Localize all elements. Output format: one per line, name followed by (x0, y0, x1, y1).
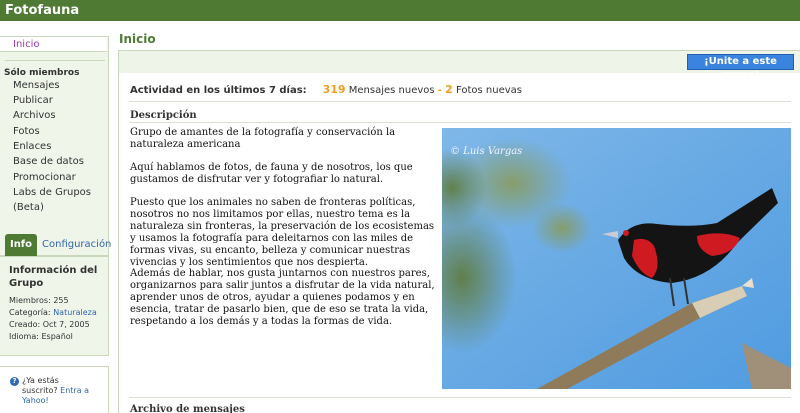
members-count: Miembros: 255 (9, 296, 69, 305)
sidebar-item-promocionar[interactable]: Promocionar (13, 172, 76, 183)
messages-count[interactable]: 319 (323, 83, 346, 96)
question-icon: ? (10, 377, 19, 386)
divider (129, 101, 791, 102)
messages-label[interactable]: Mensajes nuevos (349, 85, 435, 96)
photos-label[interactable]: Fotos nuevas (456, 85, 522, 96)
description-paragraph: Aquí hablamos de fotos, de fauna y de no… (130, 162, 413, 185)
language-info: Idioma: Español (9, 332, 73, 341)
photos-count[interactable]: 2 (445, 83, 453, 96)
app-header: Fotofauna (0, 0, 800, 21)
info-title: Información del Grupo (9, 265, 98, 289)
divider (129, 122, 791, 123)
activity-label: Actividad en los últimos 7 días: (130, 85, 307, 96)
nav-divider (5, 60, 105, 61)
created-info: Creado: Oct 7, 2005 (9, 320, 90, 329)
language-value: Español (41, 332, 73, 341)
language-label: Idioma: (9, 332, 39, 341)
members-label: Miembros: (9, 296, 51, 305)
tab-info[interactable]: Info (5, 234, 37, 256)
app-title[interactable]: Fotofauna (5, 3, 79, 18)
members-heading: Sólo miembros (4, 68, 80, 78)
description-paragraph: Puesto que los animales no saben de fron… (130, 197, 435, 268)
signin-question: ¿Ya estás suscrito? (22, 376, 59, 395)
photo-watermark: © Luis Vargas (450, 146, 522, 157)
category-label: Categoría: (9, 308, 51, 317)
sidebar-item-beta[interactable]: (Beta) (13, 202, 44, 213)
join-group-button[interactable]: ¡Unite a este grupo! (687, 54, 794, 81)
page-title: Inicio (119, 32, 156, 46)
sidebar-item-enlaces[interactable]: Enlaces (13, 141, 51, 152)
sidebar-item-base-de-datos[interactable]: Base de datos (13, 156, 84, 167)
category-info: Categoría: Naturaleza (9, 308, 97, 317)
created-label: Creado: (9, 320, 41, 329)
sidebar-item-labs[interactable]: Labs de Grupos (13, 187, 91, 198)
sidebar-item-label[interactable]: Inicio (13, 39, 39, 50)
archive-heading: Archivo de mensajes (130, 404, 245, 413)
description-heading: Descripción (130, 110, 197, 121)
sidebar-item-archivos[interactable]: Archivos (13, 110, 56, 121)
sidebar-item-mensajes[interactable]: Mensajes (13, 80, 60, 91)
sidebar-item-publicar[interactable]: Publicar (13, 95, 53, 106)
members-value: 255 (53, 296, 69, 305)
activity-separator: - (437, 85, 442, 96)
divider (129, 397, 791, 398)
sidebar-item-home[interactable]: Inicio (0, 37, 107, 52)
category-link[interactable]: Naturaleza (53, 308, 97, 317)
created-value: Oct 7, 2005 (42, 320, 90, 329)
sidebar-item-fotos[interactable]: Fotos (13, 126, 40, 137)
activity-summary: Actividad en los últimos 7 días: 319 Men… (130, 83, 522, 96)
description-paragraph: Además de hablar, nos gusta juntarnos co… (130, 268, 435, 327)
description-paragraph: Grupo de amantes de la fotografía y cons… (130, 127, 396, 150)
info-tabs: Info Configuración (5, 234, 111, 256)
signin-prompt: ¿Ya estás suscrito? Entra a Yahoo! (22, 376, 92, 406)
tab-configuracion[interactable]: Configuración (42, 239, 111, 250)
group-photo: © Luis Vargas (442, 128, 791, 389)
